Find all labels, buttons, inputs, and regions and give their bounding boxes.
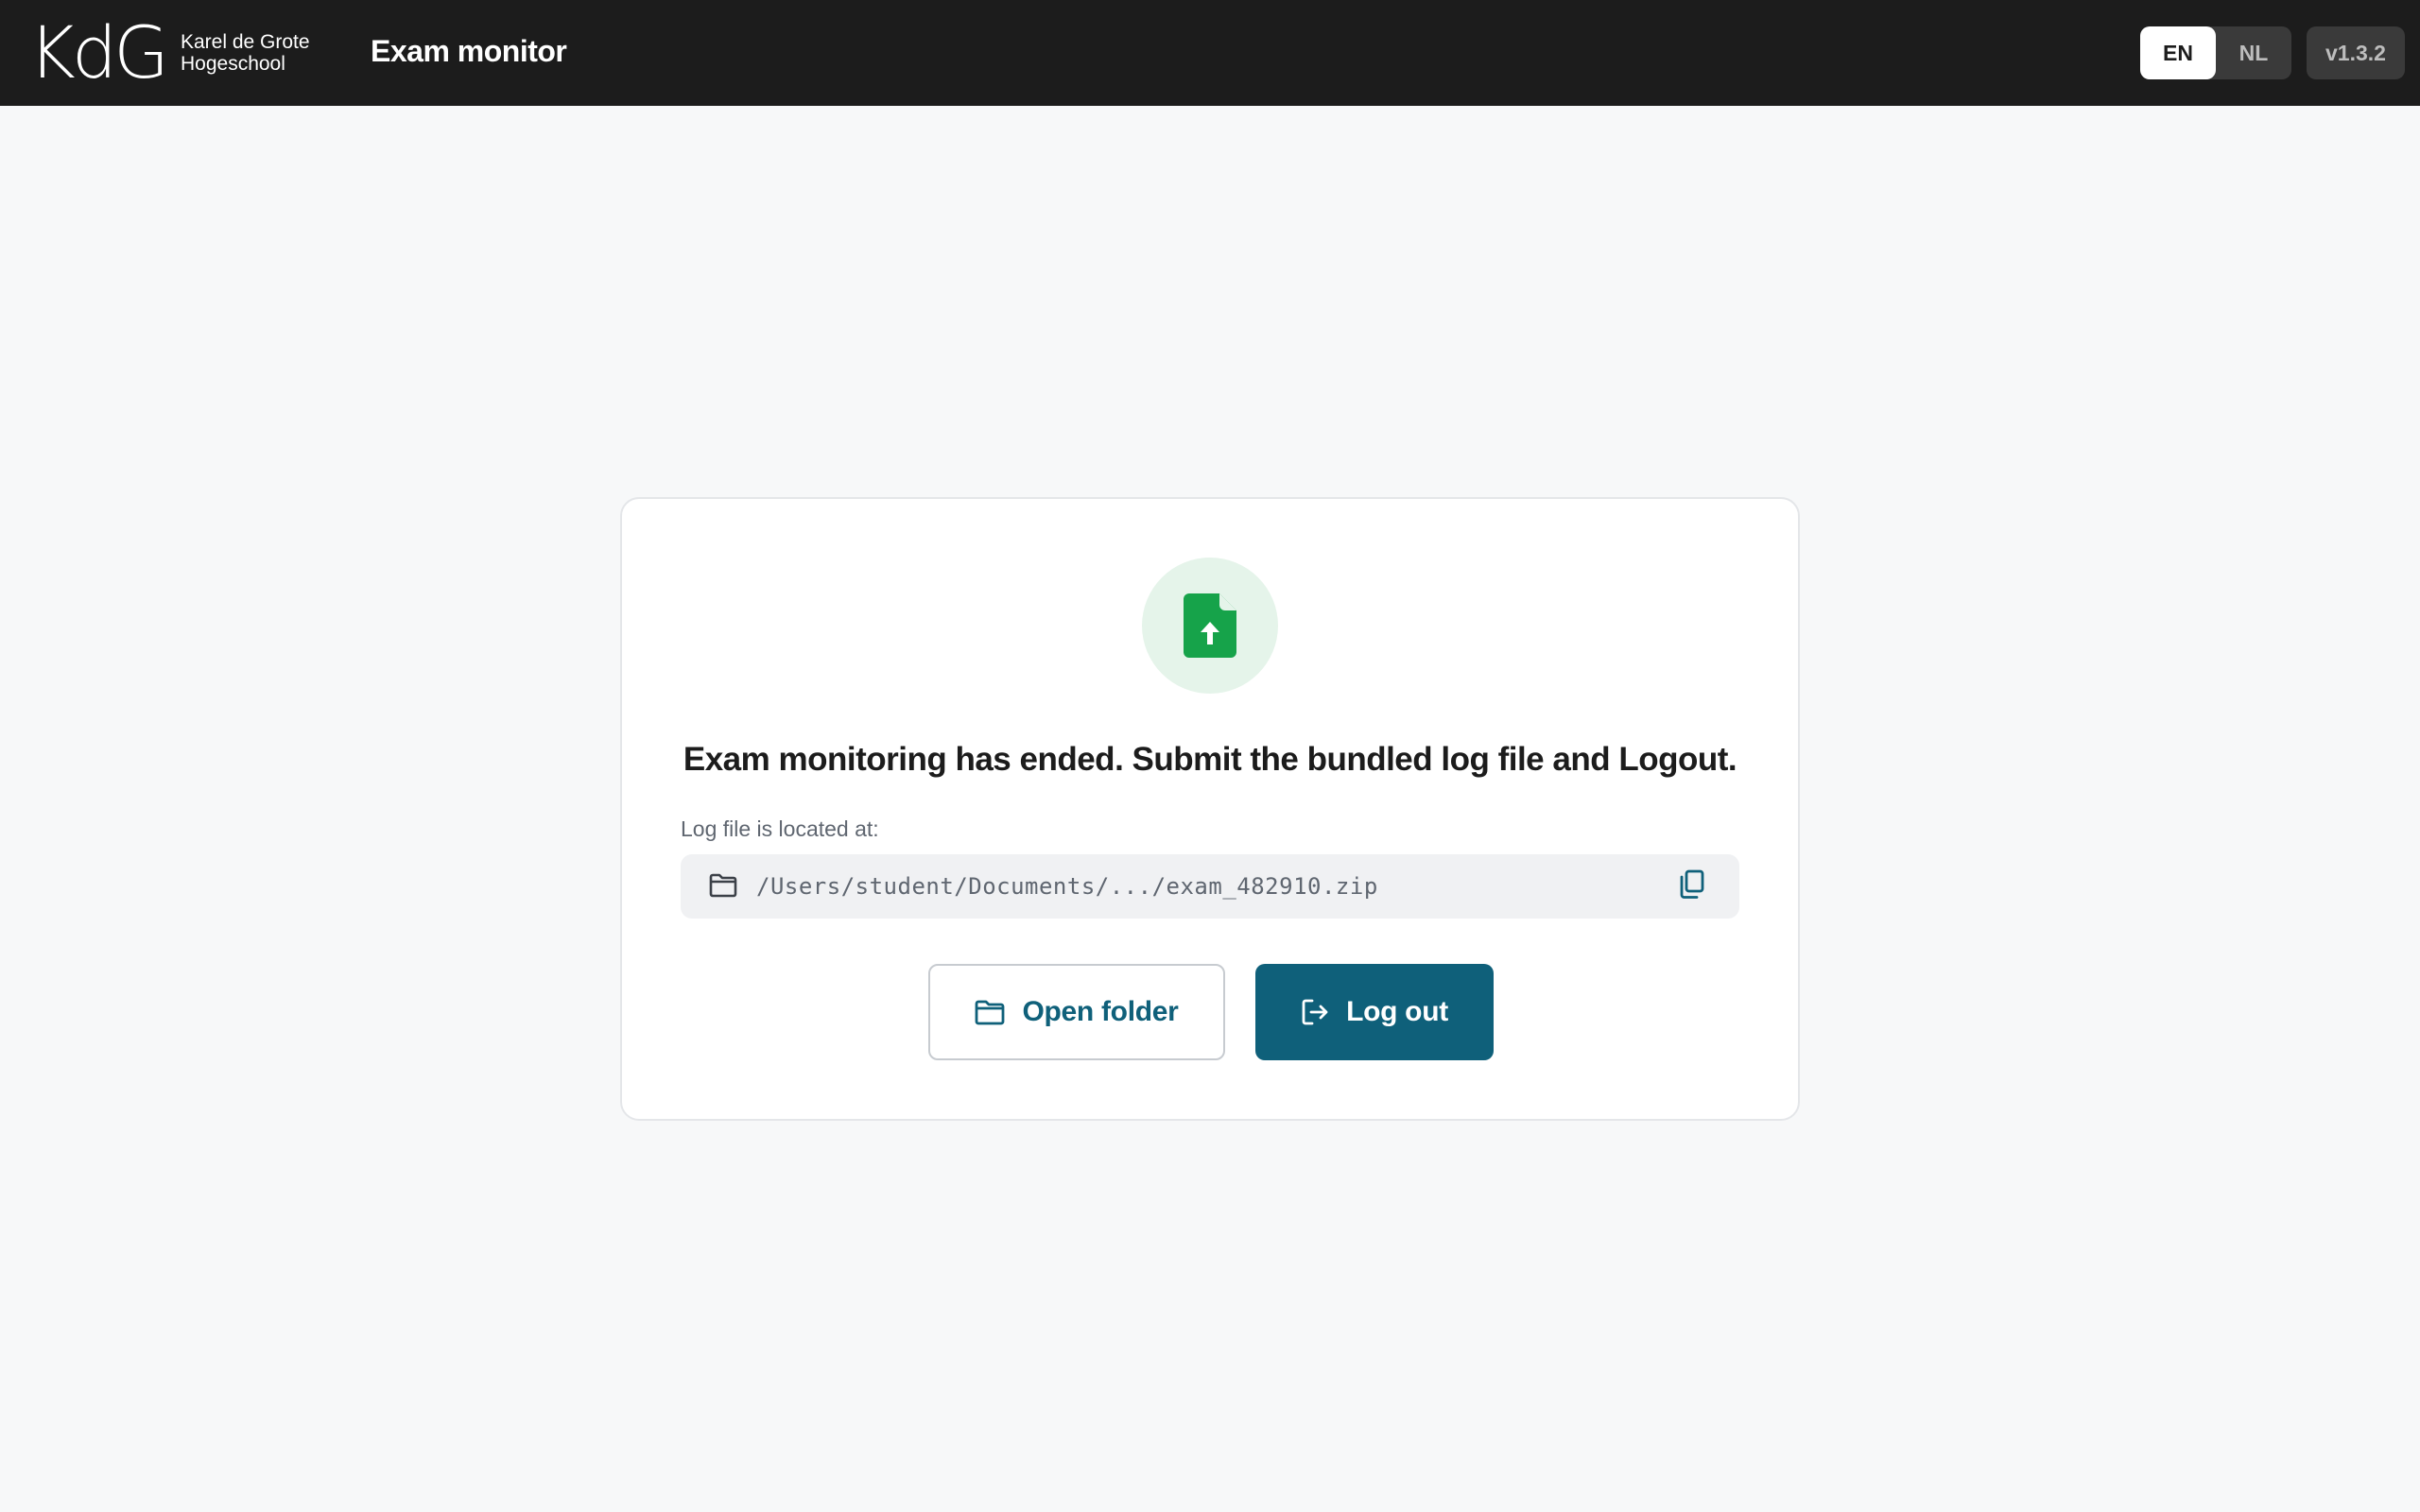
log-path-field[interactable]: /Users/student/Documents/.../exam_482910… [681,854,1739,919]
language-switcher: EN NL [2140,26,2291,79]
logout-button[interactable]: Log out [1255,964,1494,1060]
folder-icon [976,1000,1005,1025]
folder-icon [709,873,737,898]
log-path-label: Log file is located at: [681,816,879,841]
logo-line-2: Hogeschool [180,53,285,75]
top-bar: KdG Karel de Grote Hogeschool Exam monit… [0,0,2420,106]
open-folder-label: Open folder [1022,996,1179,1027]
app-title: Exam monitor [371,34,567,68]
logout-label: Log out [1346,996,1448,1027]
headline: Exam monitoring has ended. Submit the bu… [683,741,1737,778]
log-path-text: /Users/student/Documents/.../exam_482910… [756,873,1378,900]
copy-icon[interactable] [1679,869,1705,900]
file-upload-icon [1184,593,1236,658]
logout-icon [1302,999,1328,1025]
open-folder-button[interactable]: Open folder [928,964,1225,1060]
language-nl-button[interactable]: NL [2216,26,2291,79]
version-badge: v1.3.2 [2307,26,2405,79]
logo-line-1: Karel de Grote [180,31,310,53]
logo-mark: KdG [28,10,169,94]
language-en-button[interactable]: EN [2140,26,2216,79]
logo-text: Karel de Grote Hogeschool [181,31,310,75]
exam-ended-card: Exam monitoring has ended. Submit the bu… [620,497,1800,1121]
kdg-logo: KdG Karel de Grote Hogeschool [28,17,310,89]
status-icon-circle [1142,558,1278,694]
